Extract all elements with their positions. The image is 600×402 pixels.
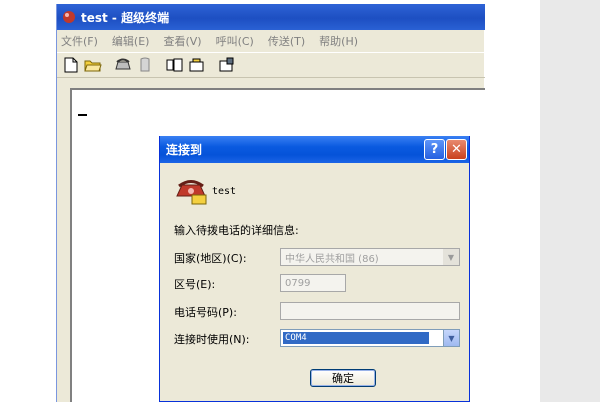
right-background bbox=[483, 0, 540, 402]
chevron-down-icon[interactable]: ▼ bbox=[443, 330, 459, 346]
connection-name: test bbox=[212, 186, 237, 197]
close-button[interactable]: ✕ bbox=[446, 139, 467, 160]
ok-button[interactable]: 确定 bbox=[310, 369, 376, 387]
new-icon[interactable] bbox=[61, 55, 81, 75]
menu-file[interactable]: 文件(F) bbox=[61, 33, 98, 49]
country-label: 国家(地区)(C): bbox=[174, 252, 247, 265]
area-code-label: 区号(E): bbox=[174, 278, 216, 291]
open-icon[interactable] bbox=[83, 55, 103, 75]
country-value: 中华人民共和国 (86) bbox=[285, 253, 379, 265]
hyperterminal-icon bbox=[63, 11, 75, 23]
help-button[interactable]: ? bbox=[424, 139, 445, 160]
menu-edit[interactable]: 编辑(E) bbox=[112, 33, 150, 49]
menu-call[interactable]: 呼叫(C) bbox=[216, 33, 254, 49]
instructions-text: 输入待拨电话的详细信息: bbox=[174, 224, 299, 237]
phone-number-label: 电话号码(P): bbox=[174, 306, 237, 319]
menu-transfer[interactable]: 传送(T) bbox=[268, 33, 305, 49]
connect-using-select[interactable]: COM4 ▼ bbox=[280, 329, 460, 347]
connect-using-value: COM4 bbox=[283, 332, 429, 344]
area-code-value: 0799 bbox=[285, 277, 311, 289]
country-select[interactable]: 中华人民共和国 (86) ▼ bbox=[280, 248, 460, 266]
send-icon[interactable] bbox=[165, 55, 185, 75]
properties-icon[interactable] bbox=[217, 55, 237, 75]
receive-icon[interactable] bbox=[187, 55, 207, 75]
text-cursor bbox=[78, 114, 87, 116]
toolbar bbox=[57, 52, 485, 78]
phone-connection-icon bbox=[176, 180, 207, 205]
left-background bbox=[0, 0, 56, 402]
window-titlebar[interactable]: test - 超级终端 bbox=[57, 4, 485, 30]
menu-bar: 文件(F) 编辑(E) 查看(V) 呼叫(C) 传送(T) 帮助(H) bbox=[57, 31, 485, 51]
menu-view[interactable]: 查看(V) bbox=[163, 33, 201, 49]
menu-help[interactable]: 帮助(H) bbox=[319, 33, 358, 49]
disconnect-icon[interactable] bbox=[135, 55, 155, 75]
right-gray-panel bbox=[540, 0, 600, 402]
window-title: test - 超级终端 bbox=[81, 10, 170, 25]
dialog-titlebar[interactable]: 连接到 bbox=[160, 136, 469, 163]
phone-number-field[interactable] bbox=[280, 302, 460, 320]
connect-to-dialog: 连接到 ? ✕ test 输入待拨电话的详细信息: 国家(地区)(C): 中华人… bbox=[159, 136, 470, 402]
dialog-title: 连接到 bbox=[166, 143, 203, 157]
area-code-field[interactable]: 0799 bbox=[280, 274, 346, 292]
chevron-down-icon: ▼ bbox=[443, 249, 459, 265]
connect-using-label: 连接时使用(N): bbox=[174, 333, 250, 346]
dial-icon[interactable] bbox=[113, 55, 133, 75]
